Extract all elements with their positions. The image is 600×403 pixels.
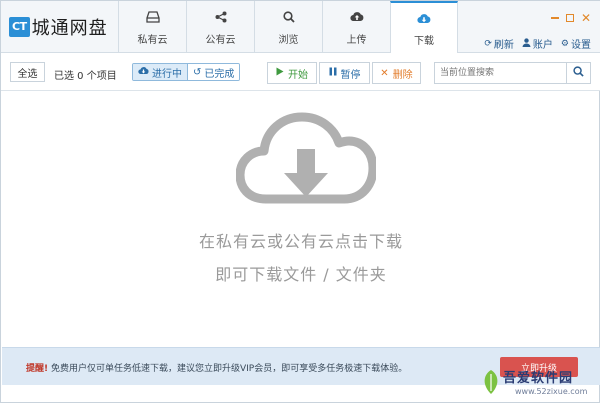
user-icon	[522, 37, 531, 50]
account-link[interactable]: 账户	[522, 36, 553, 51]
empty-hint-line-2: 即可下载文件 / 文件夹	[215, 265, 387, 284]
toolbar: 全选 已选 0 个项目 进行中 ↺ 已完成 开始 暂停 ✕ 删除 当前位置搜索	[1, 53, 600, 91]
tab-public-cloud[interactable]: 公有云	[186, 1, 254, 53]
settings-link[interactable]: ⚙ 设置	[560, 36, 591, 52]
site-watermark: 吾爱软件园 www.52zixue.com	[479, 361, 600, 403]
filter-completed-label: 已完成	[204, 68, 235, 80]
cloud-download-icon	[417, 10, 431, 26]
leaf-logo-icon	[481, 369, 501, 398]
tab-label: 上传	[346, 34, 367, 46]
main-tabs: 私有云 公有云 浏览 上传 下载	[118, 1, 458, 54]
logo-badge: CT	[9, 17, 30, 37]
refresh-label: 刷新	[493, 40, 514, 51]
gear-icon: ⚙	[560, 38, 569, 49]
settings-label: 设置	[571, 40, 591, 51]
pause-button[interactable]: 暂停	[319, 62, 370, 84]
delete-label: 删除	[392, 69, 413, 81]
tab-label: 公有云	[205, 34, 236, 46]
search-input[interactable]	[435, 63, 566, 83]
select-all-button[interactable]: 全选	[10, 62, 45, 82]
drive-icon	[145, 9, 160, 25]
top-links: ⟳ 刷新 账户 ⚙ 设置	[484, 36, 591, 51]
delete-icon: ✕	[380, 67, 389, 79]
tab-browse[interactable]: 浏览	[254, 1, 322, 53]
search-icon	[282, 9, 295, 25]
minimize-icon[interactable]	[550, 17, 559, 19]
tab-upload[interactable]: 上传	[322, 1, 390, 53]
tab-label: 浏览	[278, 34, 299, 46]
top-bar: CT 城通网盘 私有云 公有云 浏览 上传 下载 ✕ ⟳ 刷新 账户 ⚙ 设置	[1, 1, 600, 54]
notice-prefix: 提醒!	[26, 364, 49, 374]
search-icon	[573, 66, 584, 80]
start-label: 开始	[288, 69, 308, 81]
empty-hint-line-1: 在私有云或公有云点击下载	[198, 232, 403, 251]
watermark-name: 吾爱软件园	[503, 371, 574, 386]
window-controls: ✕	[550, 12, 591, 24]
delete-button[interactable]: ✕ 删除	[372, 62, 421, 84]
share-icon	[215, 9, 227, 25]
watermark-url: www.52zixue.com	[515, 387, 588, 396]
download-list-empty: 在私有云或公有云点击下载 即可下载文件 / 文件夹	[1, 91, 600, 346]
tab-download[interactable]: 下载	[390, 1, 458, 54]
filter-in-progress[interactable]: 进行中	[133, 64, 187, 80]
status-filter: 进行中 ↺ 已完成	[132, 63, 241, 81]
cloud-download-icon	[235, 111, 378, 209]
app-window: CT 城通网盘 私有云 公有云 浏览 上传 下载 ✕ ⟳ 刷新 账户 ⚙ 设置 …	[0, 0, 600, 403]
start-button[interactable]: 开始	[267, 62, 317, 84]
notice-message: 免费用户仅可单任务低速下载，建议您立即升级VIP会员，即可享受多任务极速下载体验…	[50, 364, 408, 374]
notice-text: 提醒! 免费用户仅可单任务低速下载，建议您立即升级VIP会员，即可享受多任务极速…	[26, 361, 407, 374]
close-icon[interactable]: ✕	[581, 12, 591, 24]
tab-private-cloud[interactable]: 私有云	[118, 1, 186, 53]
tab-label: 私有云	[137, 34, 168, 46]
selected-count: 已选 0 个项目	[54, 71, 117, 82]
filter-completed[interactable]: ↺ 已完成	[187, 64, 240, 80]
play-icon	[276, 67, 284, 79]
refresh-link[interactable]: ⟳ 刷新	[484, 36, 514, 52]
pause-label: 暂停	[340, 69, 361, 81]
tab-label: 下载	[414, 36, 434, 47]
refresh-icon: ⟳	[484, 38, 492, 49]
cloud-upload-icon	[349, 9, 364, 25]
cloud-download-icon	[138, 66, 149, 78]
app-logo: CT 城通网盘	[9, 15, 108, 39]
maximize-icon[interactable]	[565, 14, 574, 22]
logo-text: 城通网盘	[31, 18, 108, 39]
account-label: 账户	[532, 40, 553, 51]
search-button[interactable]	[566, 63, 590, 83]
history-icon: ↺	[193, 66, 202, 78]
search-box	[434, 62, 591, 84]
pause-icon	[329, 67, 337, 79]
filter-in-progress-label: 进行中	[152, 68, 182, 80]
